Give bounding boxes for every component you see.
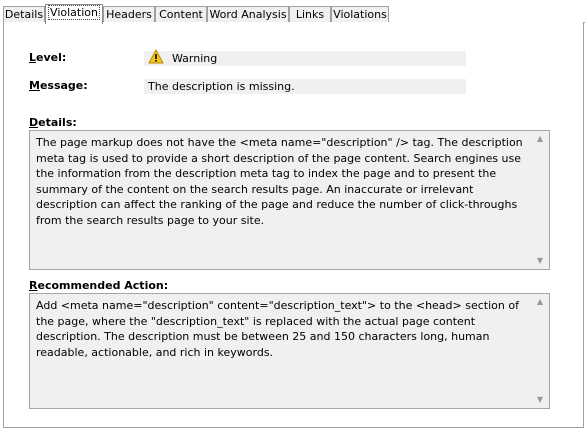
level-label: Level: — [29, 51, 67, 64]
scroll-down-icon[interactable]: ▼ — [536, 257, 544, 265]
level-value: Warning — [172, 52, 218, 65]
details-scrollbar[interactable]: ▲ ▼ — [532, 131, 549, 269]
tab-headers[interactable]: Headers — [103, 6, 155, 23]
tab-violations[interactable]: Violations — [331, 6, 389, 23]
details-label: Details: — [29, 116, 77, 129]
warning-triangle-icon — [148, 49, 164, 64]
message-field: The description is missing. — [144, 79, 466, 94]
tab-bar: Details Violation Headers Content Word A… — [3, 4, 585, 24]
recommended-action-text: Add <meta name="description" content="de… — [36, 299, 519, 359]
recommended-action-scrollbar[interactable]: ▲ ▼ — [532, 294, 549, 408]
tab-links[interactable]: Links — [289, 6, 331, 23]
details-textarea[interactable]: The page markup does not have the <meta … — [29, 130, 550, 270]
details-text: The page markup does not have the <meta … — [36, 136, 523, 227]
tab-content[interactable]: Content — [155, 6, 207, 23]
scroll-down-icon[interactable]: ▼ — [536, 396, 544, 404]
message-value: The description is missing. — [148, 80, 295, 93]
level-field: Warning — [144, 51, 466, 66]
scroll-up-icon[interactable]: ▲ — [536, 298, 544, 306]
recommended-action-label: Recommended Action: — [29, 279, 169, 292]
tab-details[interactable]: Details — [3, 6, 45, 23]
tab-word-analysis[interactable]: Word Analysis — [207, 6, 289, 23]
recommended-action-textarea[interactable]: Add <meta name="description" content="de… — [29, 293, 550, 409]
scroll-up-icon[interactable]: ▲ — [536, 135, 544, 143]
message-label: Message: — [29, 79, 88, 92]
tab-violation[interactable]: Violation — [45, 4, 103, 24]
